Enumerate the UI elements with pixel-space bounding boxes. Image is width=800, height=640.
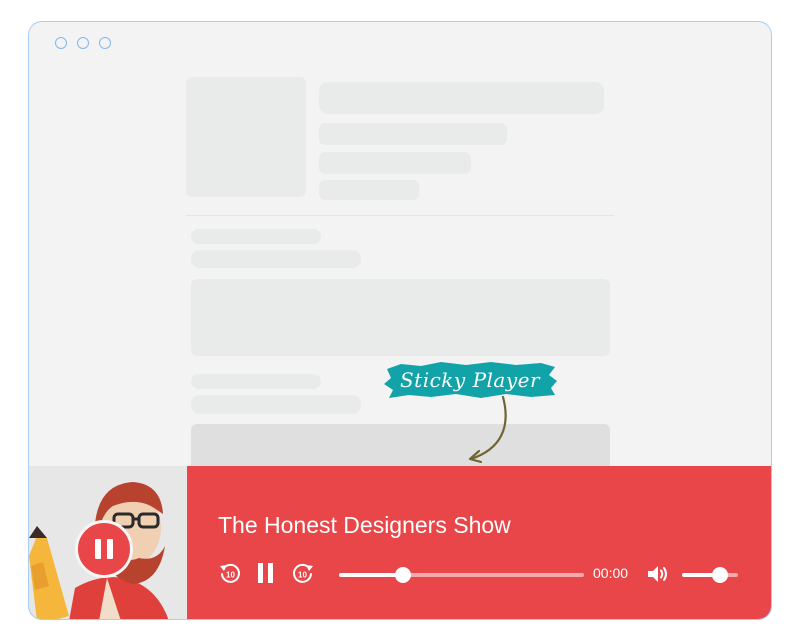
rewind-10-label: 10 [226, 571, 235, 580]
progress-track[interactable] [339, 567, 584, 583]
window-dot-maximize[interactable] [99, 37, 111, 49]
forward-10-icon[interactable]: 10 [291, 561, 315, 585]
skeleton-line [191, 250, 361, 268]
rewind-10-icon[interactable]: 10 [218, 561, 242, 585]
skeleton-line [191, 229, 321, 244]
pause-icon [95, 539, 101, 559]
progress-fill [339, 573, 403, 577]
skeleton-line [319, 180, 419, 200]
skeleton-line [191, 395, 361, 414]
sticky-player: The Honest Designers Show 10 10 00:00 [29, 466, 771, 619]
volume-slider[interactable] [682, 567, 738, 583]
volume-icon[interactable] [646, 563, 670, 585]
skeleton-image [186, 77, 306, 197]
curved-arrow-icon [468, 395, 507, 464]
window-dot-close[interactable] [55, 37, 67, 49]
skeleton-block [191, 279, 610, 356]
forward-10-label: 10 [298, 571, 307, 580]
skeleton-line [319, 152, 471, 174]
volume-knob[interactable] [712, 567, 729, 583]
window-dot-minimize[interactable] [77, 37, 89, 49]
browser-window: Sticky Player The Honest Designers Show … [28, 21, 772, 620]
pause-icon [258, 563, 263, 583]
skeleton-line [191, 374, 321, 389]
divider [186, 215, 614, 216]
podcast-thumbnail [29, 466, 187, 619]
episode-title: The Honest Designers Show [218, 512, 511, 538]
skeleton-line [319, 82, 604, 114]
thumbnail-pause-button[interactable] [75, 520, 133, 578]
elapsed-time: 00:00 [593, 565, 629, 581]
player-controls: 10 10 00:00 [218, 558, 758, 588]
progress-knob[interactable] [394, 567, 411, 583]
pause-button[interactable] [256, 562, 276, 584]
skeleton-line [319, 123, 507, 145]
